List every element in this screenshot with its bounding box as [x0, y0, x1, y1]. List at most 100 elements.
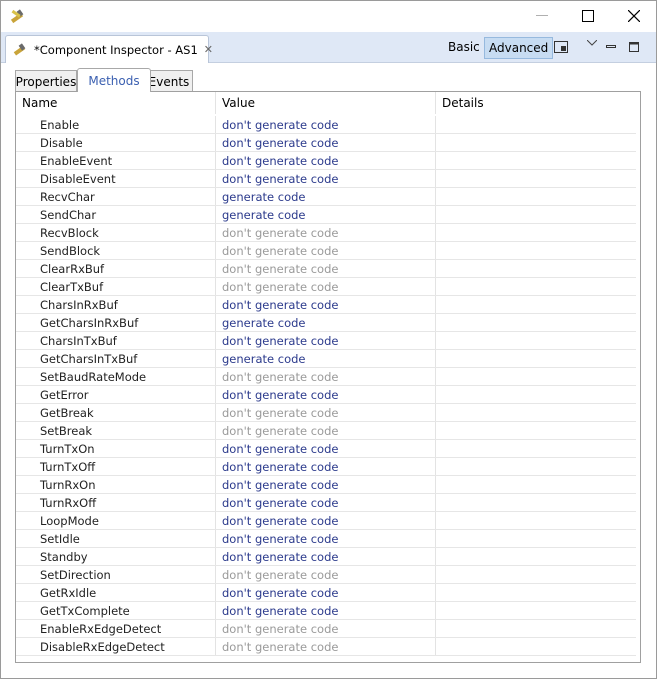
table-row[interactable]: TurnTxOn don't generate code: [16, 440, 640, 458]
method-details-cell: [435, 152, 635, 169]
method-value-cell[interactable]: generate code: [215, 188, 435, 205]
method-name-cell: GetRxIdle: [40, 585, 97, 600]
subtab-bar: Properties Events Methods: [15, 67, 649, 92]
method-value-cell[interactable]: don't generate code: [215, 134, 435, 151]
table-row[interactable]: SetBaudRateMode don't generate code: [16, 368, 640, 386]
method-details-cell: [435, 620, 635, 637]
method-name-cell: SendChar: [40, 207, 97, 222]
method-name-cell: TurnRxOff: [40, 495, 97, 510]
method-details-cell: [435, 332, 635, 349]
table-row[interactable]: RecvBlock don't generate code: [16, 224, 640, 242]
method-details-cell: [435, 602, 635, 619]
table-row[interactable]: TurnRxOff don't generate code: [16, 494, 640, 512]
method-details-cell: [435, 350, 635, 367]
method-value-cell[interactable]: generate code: [215, 350, 435, 367]
table-row[interactable]: Standby don't generate code: [16, 548, 640, 566]
table-row[interactable]: ClearTxBuf don't generate code: [16, 278, 640, 296]
method-value-cell[interactable]: don't generate code: [215, 584, 435, 601]
method-name-cell: Enable: [40, 117, 80, 132]
table-row[interactable]: CharsInRxBuf don't generate code: [16, 296, 640, 314]
column-header-name[interactable]: Name: [16, 92, 216, 114]
method-value-cell: don't generate code: [215, 242, 435, 259]
column-header-value[interactable]: Value: [215, 92, 435, 114]
table-row[interactable]: RecvChar generate code: [16, 188, 640, 206]
table-row[interactable]: CharsInTxBuf don't generate code: [16, 332, 640, 350]
view-tab-title: *Component Inspector - AS1: [34, 42, 198, 57]
tab-properties[interactable]: Properties: [15, 70, 77, 92]
minimize-window-button[interactable]: [519, 1, 565, 31]
method-value-cell[interactable]: don't generate code: [215, 530, 435, 547]
table-row[interactable]: DisableEvent don't generate code: [16, 170, 640, 188]
close-tab-icon[interactable]: ✕: [204, 43, 213, 56]
tab-methods[interactable]: Methods: [77, 68, 151, 92]
table-row[interactable]: GetRxIdle don't generate code: [16, 584, 640, 602]
method-value-cell[interactable]: don't generate code: [215, 152, 435, 169]
table-row[interactable]: ClearRxBuf don't generate code: [16, 260, 640, 278]
method-value-cell[interactable]: don't generate code: [215, 512, 435, 529]
table-row[interactable]: GetCharsInTxBuf generate code: [16, 350, 640, 368]
method-details-cell: [435, 440, 635, 457]
method-name-cell: SetDirection: [40, 567, 111, 582]
method-value-cell[interactable]: don't generate code: [215, 440, 435, 457]
method-value-cell[interactable]: don't generate code: [215, 386, 435, 403]
table-row[interactable]: GetCharsInRxBuf generate code: [16, 314, 640, 332]
method-value-cell[interactable]: generate code: [215, 314, 435, 331]
maximize-window-button[interactable]: [565, 1, 611, 31]
table-row[interactable]: SetBreak don't generate code: [16, 422, 640, 440]
vertical-scrollbar[interactable]: [636, 92, 640, 662]
method-details-cell: [435, 530, 635, 547]
table-row[interactable]: SendBlock don't generate code: [16, 242, 640, 260]
method-details-cell: [435, 206, 635, 223]
method-value-cell: don't generate code: [215, 224, 435, 241]
table-row[interactable]: TurnTxOff don't generate code: [16, 458, 640, 476]
method-value-cell[interactable]: don't generate code: [215, 332, 435, 349]
table-row[interactable]: SendChar generate code: [16, 206, 640, 224]
method-name-cell: DisableRxEdgeDetect: [40, 639, 165, 654]
method-value-cell[interactable]: don't generate code: [215, 602, 435, 619]
table-row[interactable]: GetTxComplete don't generate code: [16, 602, 640, 620]
method-value-cell[interactable]: generate code: [215, 206, 435, 223]
method-value-cell: don't generate code: [215, 422, 435, 439]
method-details-cell: [435, 242, 635, 259]
method-details-cell: [435, 638, 635, 655]
method-value-cell[interactable]: don't generate code: [215, 494, 435, 511]
table-row[interactable]: LoopMode don't generate code: [16, 512, 640, 530]
table-row[interactable]: EnableEvent don't generate code: [16, 152, 640, 170]
method-value-cell: don't generate code: [215, 404, 435, 421]
method-value-cell: don't generate code: [215, 566, 435, 583]
method-details-cell: [435, 458, 635, 475]
method-details-cell: [435, 566, 635, 583]
table-row[interactable]: Enable don't generate code: [16, 116, 640, 134]
table-row[interactable]: DisableRxEdgeDetect don't generate code: [16, 638, 640, 656]
method-value-cell[interactable]: don't generate code: [215, 116, 435, 133]
layout-toggle-icon[interactable]: [552, 38, 570, 56]
view-tab-component-inspector[interactable]: *Component Inspector - AS1 ✕: [5, 35, 213, 63]
table-row[interactable]: GetError don't generate code: [16, 386, 640, 404]
advanced-mode-button[interactable]: Advanced: [484, 37, 554, 59]
close-window-button[interactable]: [611, 1, 657, 31]
method-value-cell: don't generate code: [215, 278, 435, 295]
method-value-cell[interactable]: don't generate code: [215, 476, 435, 493]
table-row[interactable]: TurnRxOn don't generate code: [16, 476, 640, 494]
method-details-cell: [435, 224, 635, 241]
method-value-cell[interactable]: don't generate code: [215, 548, 435, 565]
methods-table: Name Value Details Enable don't generate …: [15, 91, 641, 663]
method-value-cell[interactable]: don't generate code: [215, 296, 435, 313]
method-details-cell: [435, 476, 635, 493]
maximize-view-icon[interactable]: [625, 38, 643, 56]
tab-events[interactable]: Events: [145, 70, 193, 92]
table-row[interactable]: GetBreak don't generate code: [16, 404, 640, 422]
table-row[interactable]: Disable don't generate code: [16, 134, 640, 152]
method-name-cell: GetCharsInRxBuf: [40, 315, 139, 330]
method-value-cell[interactable]: don't generate code: [215, 170, 435, 187]
view-menu-chevron-icon[interactable]: [583, 34, 601, 52]
table-row[interactable]: SetDirection don't generate code: [16, 566, 640, 584]
minimize-view-icon[interactable]: [602, 38, 620, 56]
wrench-pencil-icon: [12, 42, 28, 58]
table-row[interactable]: EnableRxEdgeDetect don't generate code: [16, 620, 640, 638]
method-name-cell: SetBreak: [40, 423, 93, 438]
basic-mode-button[interactable]: Basic: [444, 36, 484, 58]
column-header-details[interactable]: Details: [435, 92, 640, 114]
table-row[interactable]: SetIdle don't generate code: [16, 530, 640, 548]
method-value-cell[interactable]: don't generate code: [215, 458, 435, 475]
